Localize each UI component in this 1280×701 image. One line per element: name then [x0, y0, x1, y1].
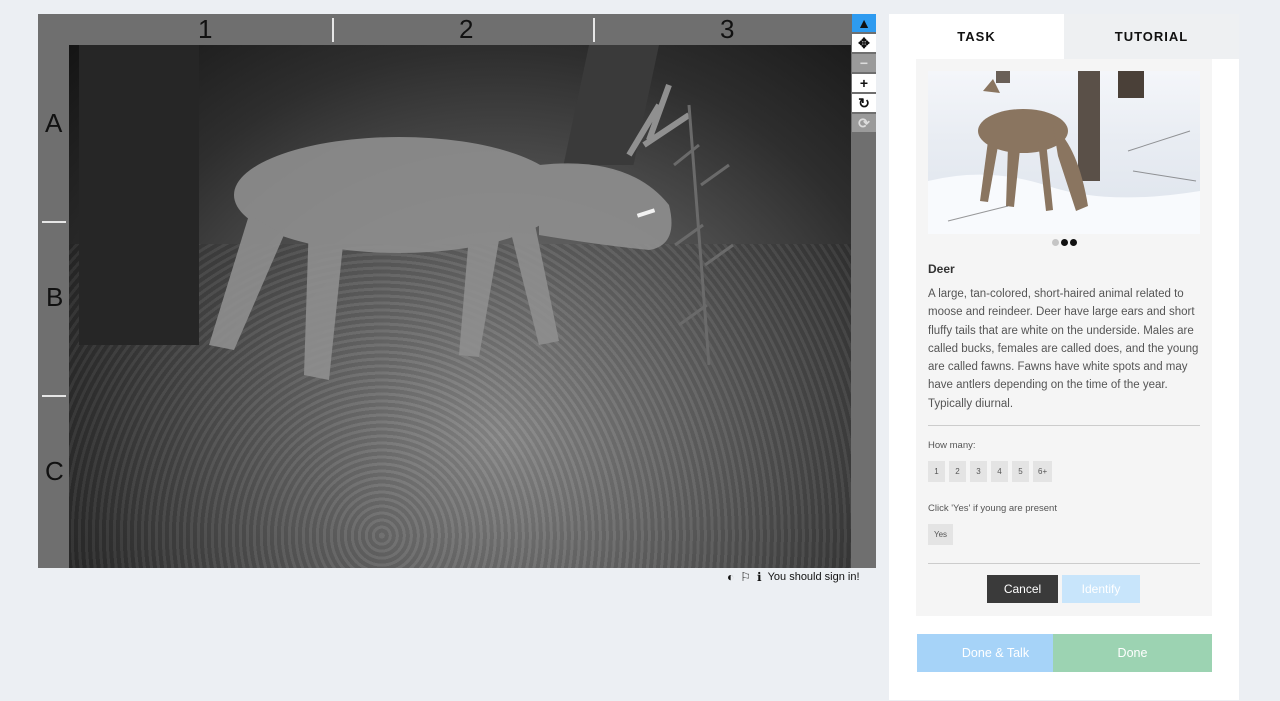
how-many-option[interactable]: 3	[970, 461, 987, 482]
deer-silhouette	[79, 45, 734, 380]
sign-in-notice: You should sign in!	[767, 571, 860, 583]
young-present-label: Click 'Yes' if young are present	[928, 503, 1057, 514]
reset-icon[interactable]: ⟳	[852, 114, 876, 132]
choice-name: Deer	[928, 262, 955, 276]
deer-example-photo	[928, 71, 1200, 234]
column-label-3: 3	[720, 14, 735, 44]
how-many-label: How many:	[928, 440, 976, 451]
column-divider	[332, 18, 334, 42]
identify-button[interactable]: Identify	[1062, 575, 1140, 603]
row-label-a: A	[45, 108, 63, 138]
young-options: Yes	[928, 524, 954, 545]
move-icon[interactable]: ✥	[852, 34, 876, 52]
column-label-2: 2	[459, 14, 474, 44]
choice-image[interactable]	[928, 71, 1200, 234]
flag-icon[interactable]: ⚐	[740, 571, 751, 583]
viewer-toolbar: ▲ ✥ − + ↻ ⟳	[852, 14, 876, 134]
row-label-b: B	[46, 282, 64, 312]
pointer-icon[interactable]: ▲	[852, 14, 876, 32]
divider	[928, 563, 1200, 564]
info-icon[interactable]: ℹ	[757, 571, 762, 583]
task-panel: TASK TUTORIAL Deer A large, tan-colored,…	[889, 14, 1239, 700]
carousel-dot[interactable]	[1051, 239, 1059, 246]
contrast-icon[interactable]: ◐	[727, 571, 734, 583]
young-yes-button[interactable]: Yes	[928, 524, 954, 545]
how-many-options: 1 2 3 4 5 6+	[928, 461, 1053, 482]
divider	[928, 425, 1200, 426]
carousel-dot[interactable]	[1060, 239, 1068, 246]
zoom-in-icon[interactable]: +	[852, 74, 876, 92]
how-many-option[interactable]: 4	[991, 461, 1008, 482]
how-many-option[interactable]: 6+	[1033, 461, 1053, 482]
row-label-c: C	[45, 456, 64, 486]
column-divider	[593, 18, 595, 42]
subject-viewer[interactable]: 1 2 3 A B C	[38, 14, 876, 568]
rotate-icon[interactable]: ↻	[852, 94, 876, 112]
subject-meta: ◐ ⚐ ℹ You should sign in!	[727, 570, 860, 584]
zoom-out-icon[interactable]: −	[852, 54, 876, 72]
camera-trap-photo[interactable]	[69, 45, 851, 568]
how-many-option[interactable]: 5	[1012, 461, 1029, 482]
row-divider	[42, 395, 66, 397]
panel-tabs: TASK TUTORIAL	[889, 14, 1239, 59]
choice-description: A large, tan-colored, short-haired anima…	[928, 288, 1199, 410]
carousel-dot[interactable]	[1069, 239, 1077, 246]
done-and-talk-button[interactable]: Done & Talk	[917, 634, 1074, 672]
tab-task[interactable]: TASK	[889, 14, 1064, 59]
how-many-option[interactable]: 1	[928, 461, 945, 482]
tab-tutorial[interactable]: TUTORIAL	[1064, 14, 1239, 59]
choice-detail: Deer A large, tan-colored, short-haired …	[916, 59, 1212, 616]
how-many-option[interactable]: 2	[949, 461, 966, 482]
column-label-1: 1	[198, 14, 213, 44]
row-divider	[42, 221, 66, 223]
cancel-button[interactable]: Cancel	[987, 575, 1058, 603]
done-button[interactable]: Done	[1053, 634, 1212, 672]
image-carousel-dots	[916, 239, 1212, 246]
